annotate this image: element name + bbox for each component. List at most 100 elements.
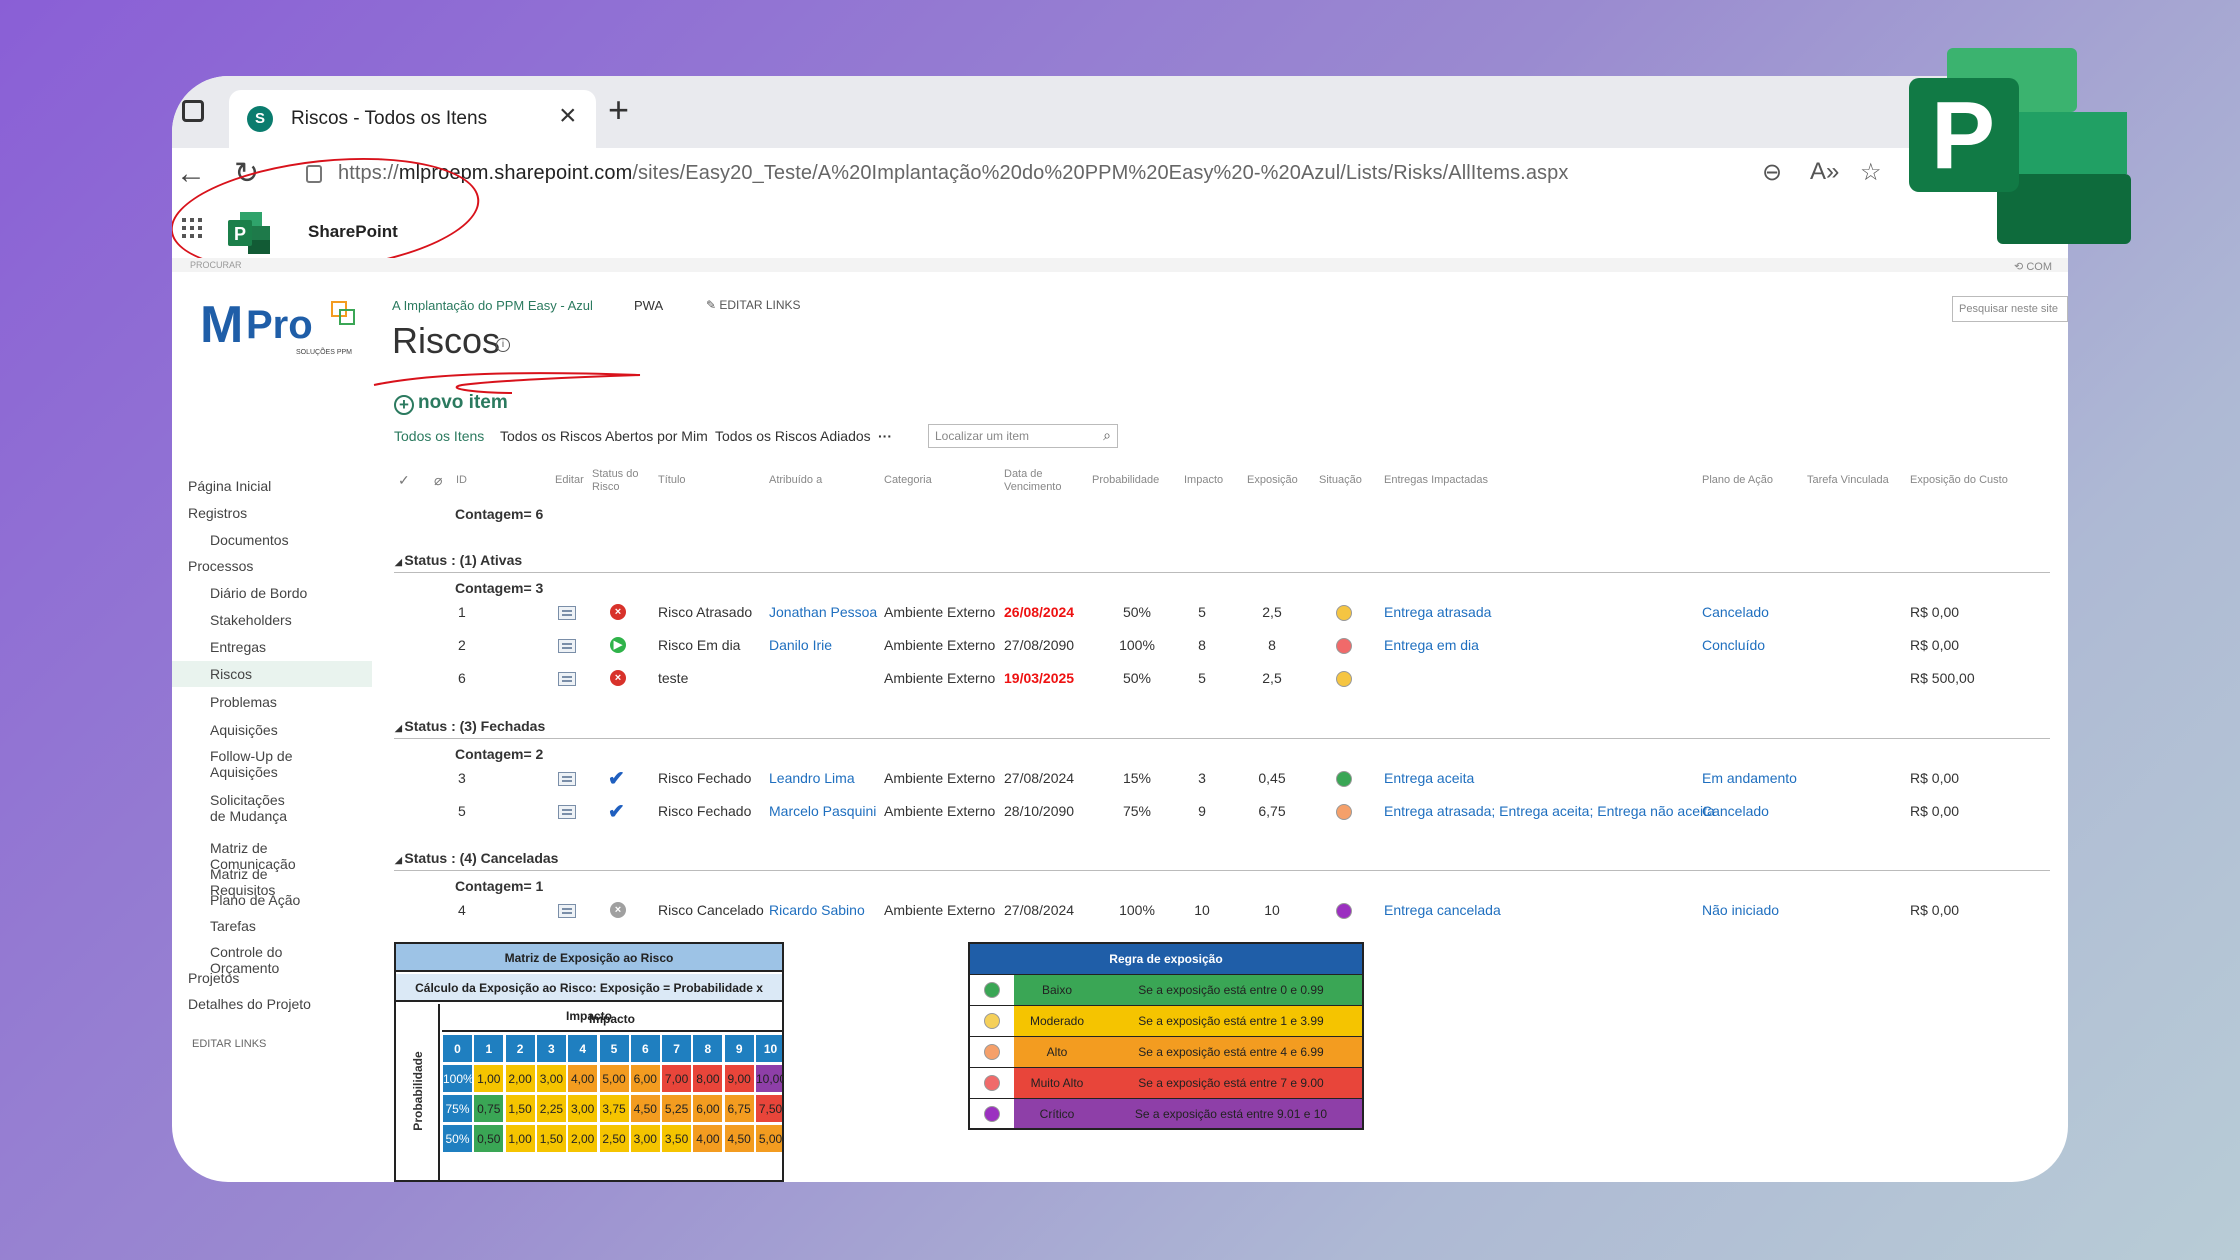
matrix-cell: 3,00	[629, 1124, 661, 1153]
row-deliveries[interactable]: Entrega em dia	[1384, 637, 1479, 653]
row-deliveries[interactable]: Entrega cancelada	[1384, 902, 1501, 918]
edit-icon[interactable]	[558, 904, 576, 918]
nav-item[interactable]: Detalhes do Projeto	[188, 996, 311, 1012]
row-deliveries[interactable]: Entrega atrasada; Entrega aceita; Entreg…	[1384, 803, 1715, 819]
collapse-icon[interactable]: ◢	[395, 855, 404, 865]
row-assigned[interactable]: Ricardo Sabino	[769, 902, 865, 918]
column-header[interactable]: Exposição do Custo	[1910, 474, 2008, 487]
column-header[interactable]: Exposição	[1247, 474, 1298, 487]
edit-icon[interactable]	[558, 805, 576, 819]
ribbon-right-label[interactable]: ⟲ COM	[2014, 260, 2052, 273]
edit-icon[interactable]	[558, 639, 576, 653]
collapse-icon[interactable]: ◢	[395, 557, 404, 567]
site-search-input[interactable]: Pesquisar neste site	[1952, 296, 2068, 322]
nav-item[interactable]: Entregas	[210, 639, 266, 655]
view-postponed-risks[interactable]: Todos os Riscos Adiados	[715, 428, 871, 444]
row-action-plan[interactable]: Concluído	[1702, 637, 1765, 653]
column-header[interactable]: Probabilidade	[1092, 474, 1159, 487]
mpro-logo[interactable]: M Pro SOLUÇÕES PPM	[200, 294, 370, 364]
breadcrumb-pwa[interactable]: PWA	[634, 298, 663, 313]
nav-item[interactable]: Problemas	[210, 694, 277, 710]
matrix-cell: 0,50	[473, 1124, 505, 1153]
row-title[interactable]: Risco Fechado	[658, 770, 751, 786]
browser-window: S Riscos - Todos os Itens × + ← ↻ https:…	[172, 76, 2068, 1182]
row-assigned[interactable]: Leandro Lima	[769, 770, 855, 786]
row-assigned[interactable]: Marcelo Pasquini	[769, 803, 876, 819]
column-header[interactable]: Atribuído a	[769, 474, 822, 487]
find-item-input[interactable]: Localizar um item ⌕	[928, 424, 1118, 448]
row-title[interactable]: Risco Atrasado	[658, 604, 752, 620]
matrix-impact-value: 6	[629, 1034, 661, 1063]
nav-item[interactable]: Página Inicial	[188, 478, 271, 494]
nav-item[interactable]: Follow-Up de Aquisições	[210, 748, 300, 780]
row-category: Ambiente Externo	[884, 803, 996, 819]
nav-item[interactable]: Stakeholders	[210, 612, 292, 628]
nav-item[interactable]: Solicitações de Mudança	[210, 792, 300, 824]
group-header[interactable]: ◢ Status : (4) Canceladas	[395, 850, 558, 866]
row-assigned[interactable]: Danilo Irie	[769, 637, 832, 653]
row-impact: 3	[1198, 770, 1206, 786]
tab-actions-icon[interactable]	[182, 100, 204, 122]
info-icon[interactable]: i	[496, 338, 510, 352]
column-header[interactable]: Situação	[1319, 474, 1362, 487]
column-header[interactable]: Tarefa Vinculada	[1807, 474, 1889, 487]
row-action-plan[interactable]: Cancelado	[1702, 803, 1769, 819]
column-header[interactable]: Entregas Impactadas	[1384, 474, 1488, 487]
row-assigned[interactable]: Jonathan Pessoa	[769, 604, 877, 620]
nav-item[interactable]: Processos	[188, 558, 253, 574]
nav-item[interactable]: Projetos	[188, 970, 239, 986]
nav-item[interactable]: Documentos	[210, 532, 289, 548]
edit-icon[interactable]	[558, 672, 576, 686]
edit-icon[interactable]	[558, 606, 576, 620]
new-tab-icon[interactable]: +	[608, 92, 629, 128]
view-all-items[interactable]: Todos os Itens	[394, 428, 484, 444]
ribbon-left-label[interactable]: PROCURAR	[190, 260, 242, 270]
column-header[interactable]: Impacto	[1184, 474, 1223, 487]
nav-item[interactable]: Plano de Ação	[210, 892, 300, 908]
column-header[interactable]: Status do Risco	[592, 468, 642, 494]
nav-item[interactable]: Aquisições	[210, 722, 278, 738]
edit-links-nav[interactable]: EDITAR LINKS	[192, 1036, 266, 1052]
group-header[interactable]: ◢ Status : (1) Ativas	[395, 552, 522, 568]
nav-item[interactable]: Riscos	[172, 661, 372, 687]
nav-item[interactable]: Tarefas	[210, 918, 256, 934]
status-ontime-icon: ▶	[610, 637, 626, 653]
matrix-cell: 4,00	[567, 1064, 599, 1093]
url-field[interactable]: https://mlproepm.sharepoint.com/sites/Ea…	[292, 152, 2004, 198]
row-deliveries[interactable]: Entrega aceita	[1384, 770, 1474, 786]
matrix-cell: 0,75	[473, 1094, 505, 1123]
select-all-icon[interactable]: ✓	[398, 473, 410, 487]
new-item-button[interactable]: + novo item	[394, 392, 508, 415]
close-tab-icon[interactable]: ×	[559, 100, 577, 132]
column-header[interactable]: ID	[456, 474, 467, 487]
nav-item[interactable]: Registros	[188, 505, 247, 521]
column-header[interactable]: Editar	[555, 474, 584, 487]
row-action-plan[interactable]: Cancelado	[1702, 604, 1769, 620]
breadcrumb-site[interactable]: A Implantação do PPM Easy - Azul	[392, 298, 593, 313]
matrix-impact-label: Impacto	[442, 1006, 782, 1032]
group-header[interactable]: ◢ Status : (3) Fechadas	[395, 718, 545, 734]
edit-icon[interactable]	[558, 772, 576, 786]
column-header[interactable]: Data de Vencimento	[1004, 468, 1066, 494]
matrix-probability-value: 75%	[442, 1094, 473, 1123]
zoom-icon[interactable]: ⊖	[1762, 158, 1782, 187]
collapse-icon[interactable]: ◢	[395, 723, 404, 733]
row-title[interactable]: teste	[658, 670, 688, 686]
view-my-open-risks[interactable]: Todos os Riscos Abertos por Mim	[500, 428, 708, 444]
column-header[interactable]: Título	[658, 474, 686, 487]
edit-links-top[interactable]: ✎ EDITAR LINKS	[706, 298, 801, 312]
back-icon[interactable]: ←	[176, 158, 206, 190]
column-header[interactable]: Plano de Ação	[1702, 474, 1773, 487]
browser-tab[interactable]: S Riscos - Todos os Itens ×	[229, 90, 596, 148]
row-title[interactable]: Risco Em dia	[658, 637, 740, 653]
row-deliveries[interactable]: Entrega atrasada	[1384, 604, 1491, 620]
row-title[interactable]: Risco Fechado	[658, 803, 751, 819]
favorite-star-icon[interactable]: ☆	[1860, 158, 1882, 187]
nav-item[interactable]: Diário de Bordo	[210, 585, 307, 601]
row-title[interactable]: Risco Cancelado	[658, 902, 764, 918]
more-views-icon[interactable]: ···	[878, 428, 892, 444]
read-aloud-icon[interactable]: A»	[1810, 158, 1839, 186]
column-header[interactable]: Categoria	[884, 474, 932, 487]
row-action-plan[interactable]: Não iniciado	[1702, 902, 1779, 918]
row-action-plan[interactable]: Em andamento	[1702, 770, 1797, 786]
